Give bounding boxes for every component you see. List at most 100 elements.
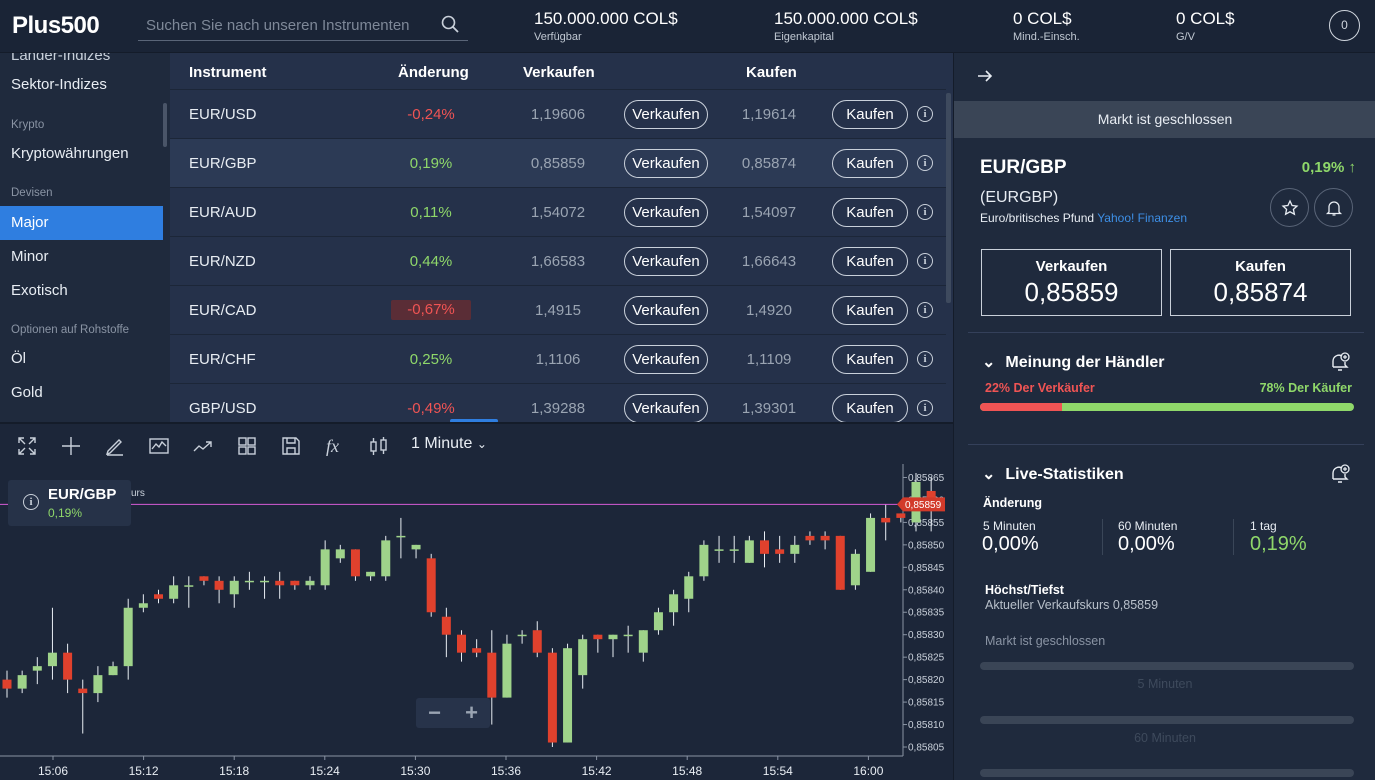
crosshair-icon[interactable] (59, 434, 83, 458)
change-value: 0,44% (409, 253, 453, 270)
alert-button[interactable] (1314, 188, 1353, 227)
candle-body (653, 612, 663, 631)
sidebar-item-exotisch[interactable]: Exotisch (0, 274, 163, 308)
zoom-out-button[interactable]: − (416, 698, 453, 728)
table-row[interactable]: EUR/GBP 0,19% 0,85859 Verkaufen 0,85874 Kaufe… (170, 138, 946, 187)
instrument-name[interactable]: EUR/USD (189, 90, 257, 139)
chart-type-icon[interactable] (147, 434, 171, 458)
favorite-button[interactable] (1270, 188, 1309, 227)
instrument-name[interactable]: EUR/GBP (189, 139, 257, 188)
function-fx-icon[interactable]: fx (323, 434, 347, 458)
instrument-table: Instrument Änderung Verkaufen Kaufen EUR… (170, 53, 953, 422)
sell-button[interactable]: Verkaufen (624, 198, 708, 227)
sell-button[interactable]: Verkaufen (624, 296, 708, 325)
table-row[interactable]: EUR/AUD 0,11% 1,54072 Verkaufen 1,54097 Kaufe… (170, 187, 946, 236)
sidebar-item-minor[interactable]: Minor (0, 240, 163, 274)
instrument-name[interactable]: EUR/CHF (189, 335, 256, 384)
buy-button[interactable]: Kaufen (832, 345, 908, 374)
fullscreen-icon[interactable] (15, 434, 39, 458)
buy-button[interactable]: Kaufen (832, 198, 908, 227)
plus500-logo[interactable]: Plus500 (12, 12, 100, 40)
info-icon[interactable]: i (917, 351, 933, 367)
table-row[interactable]: GBP/USD -0,49% 1,39288 Verkaufen 1,39301 Kauf… (170, 383, 946, 422)
timeframe-select[interactable]: 1 Minute ⌄ (411, 435, 487, 453)
table-scrollbar[interactable] (946, 93, 951, 303)
info-icon[interactable]: i (917, 400, 933, 416)
x-tick-label: 15:06 (38, 764, 68, 778)
high-low-label: Höchst/Tiefst (985, 583, 1064, 597)
buy-button[interactable]: Kaufen (832, 100, 908, 129)
candle-body (532, 630, 542, 653)
x-tick-label: 15:48 (672, 764, 702, 778)
buy-button[interactable]: Kaufen (832, 149, 908, 178)
sell-price: 1,66583 (530, 253, 586, 270)
buyers-percentage: 78% Der Käufer (1259, 381, 1352, 395)
arrow-right-icon[interactable] (976, 67, 994, 85)
sentiment-section-toggle[interactable]: ⌄ Meinung der Händler (982, 352, 1165, 372)
info-icon[interactable]: i (917, 155, 933, 171)
instrument-name[interactable]: EUR/AUD (189, 188, 257, 237)
save-icon[interactable] (279, 434, 303, 458)
sell-quote-button[interactable]: Verkaufen 0,85859 (981, 249, 1162, 316)
change-value: 0,11% (410, 204, 452, 221)
table-row[interactable]: EUR/CHF 0,25% 1,1106 Verkaufen 1,1109 Kaufen i (170, 334, 946, 383)
buy-button[interactable]: Kaufen (832, 247, 908, 276)
candle-body (154, 594, 163, 599)
sell-button[interactable]: Verkaufen (624, 394, 708, 422)
buy-quote-label: Kaufen (1235, 258, 1286, 275)
candle-settings-icon[interactable] (367, 434, 391, 458)
info-icon[interactable]: i (917, 302, 933, 318)
candlestick-plot[interactable]: 0,858650,858600,858550,858500,858450,858… (0, 464, 953, 779)
sidebar-item-kryptowaehrungen[interactable]: Kryptowährungen (0, 137, 163, 171)
stat-value: 150.000.000 COL$ (534, 9, 678, 28)
table-row[interactable]: EUR/USD -0,24% 1,19606 Verkaufen 1,19614 Kauf… (170, 89, 946, 138)
buy-button[interactable]: Kaufen (832, 296, 908, 325)
notification-counter[interactable]: 0 (1329, 10, 1360, 41)
info-icon[interactable]: i (917, 106, 933, 122)
info-icon[interactable]: i (917, 253, 933, 269)
search-box[interactable] (138, 8, 468, 41)
zoom-in-button[interactable]: + (453, 698, 490, 728)
search-icon[interactable] (440, 14, 460, 34)
sidebar-item-gold[interactable]: Gold (0, 376, 163, 410)
current-price-label: 0,85859 (905, 500, 942, 511)
table-row[interactable]: EUR/CAD -0,67% 1,4915 Verkaufen 1,4920 Kaufen… (170, 285, 946, 334)
buy-quote-button[interactable]: Kaufen 0,85874 (1170, 249, 1351, 316)
instrument-name[interactable]: EUR/CAD (189, 286, 257, 335)
buy-button[interactable]: Kaufen (832, 394, 908, 422)
chart-legend: i EUR/GBP 0,19% (8, 480, 131, 526)
bell-plus-icon[interactable] (1328, 350, 1352, 374)
yahoo-finance-link[interactable]: Yahoo! Finanzen (1097, 211, 1187, 225)
sidebar-item-oel[interactable]: Öl (0, 342, 163, 376)
candle-body (2, 679, 12, 689)
sell-button[interactable]: Verkaufen (624, 345, 708, 374)
sidebar-item-major[interactable]: Major (0, 206, 163, 240)
sell-button[interactable]: Verkaufen (624, 100, 708, 129)
layout-grid-icon[interactable] (235, 434, 259, 458)
live-stats-section-toggle[interactable]: ⌄ Live-Statistiken (982, 464, 1124, 484)
sidebar-item-sektor-indizes[interactable]: Sektor-Indizes (0, 68, 163, 102)
sell-price: 1,4915 (535, 302, 581, 319)
change-value: -0,49% (407, 400, 455, 417)
sell-button[interactable]: Verkaufen (624, 247, 708, 276)
pen-icon[interactable] (103, 434, 127, 458)
indicator-line-icon[interactable] (191, 434, 215, 458)
candle-body (669, 594, 679, 613)
instrument-name[interactable]: GBP/USD (189, 384, 257, 422)
sell-button[interactable]: Verkaufen (624, 149, 708, 178)
instrument-name[interactable]: EUR/NZD (189, 237, 256, 286)
y-tick-label: 0,85810 (908, 720, 945, 731)
candle-body (275, 580, 285, 586)
candle-body (472, 648, 482, 653)
search-input[interactable] (146, 14, 436, 36)
info-icon[interactable]: i (23, 494, 39, 510)
candle-body (684, 576, 694, 599)
bell-plus-icon[interactable] (1328, 462, 1352, 486)
candle-body (820, 535, 830, 541)
stat-margin: 0 COL$ Mind.-Einsch. (1013, 9, 1080, 43)
info-icon[interactable]: i (917, 204, 933, 220)
stat-label: Verfügbar (534, 31, 582, 43)
table-row[interactable]: EUR/NZD 0,44% 1,66583 Verkaufen 1,66643 Kaufe… (170, 236, 946, 285)
candle-body (881, 517, 891, 523)
sidebar-scrollbar[interactable] (163, 103, 167, 147)
